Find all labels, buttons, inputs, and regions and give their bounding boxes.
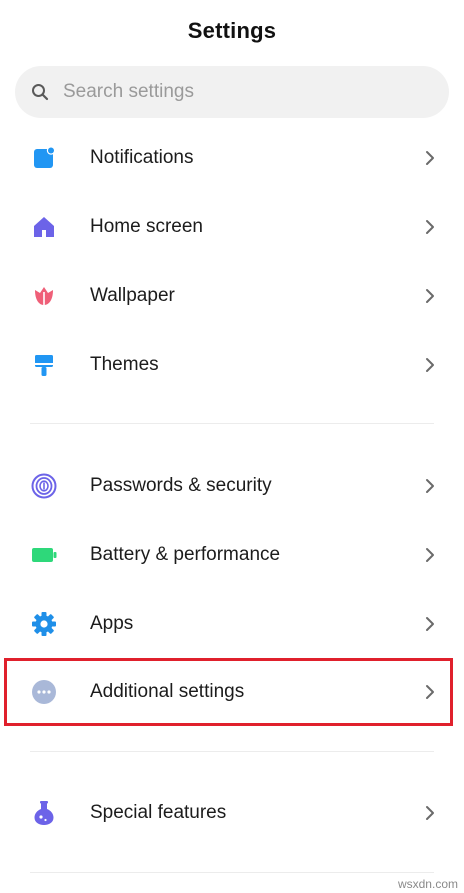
page-title: Settings (187, 18, 277, 43)
chevron-right-icon (424, 478, 436, 494)
search-bar[interactable] (15, 66, 449, 118)
notifications-icon (31, 145, 57, 171)
settings-item-home-screen[interactable]: Home screen (0, 196, 464, 258)
settings-item-label: Additional settings (90, 681, 245, 702)
gear-icon (31, 611, 57, 637)
chevron-right-icon (424, 357, 436, 373)
settings-item-passwords-security[interactable]: Passwords & security (0, 455, 464, 517)
home-icon (31, 214, 57, 240)
battery-icon (31, 542, 57, 568)
settings-item-battery-performance[interactable]: Battery & performance (0, 524, 464, 586)
settings-item-additional-settings[interactable]: Additional settings (0, 661, 464, 723)
section-divider (30, 423, 434, 424)
fingerprint-icon (31, 473, 57, 499)
chevron-right-icon (424, 616, 436, 632)
watermark-text: wsxdn.com (397, 877, 458, 891)
settings-item-special-features[interactable]: Special features (0, 782, 464, 844)
settings-item-apps[interactable]: Apps (0, 593, 464, 655)
tulip-icon (31, 283, 57, 309)
chevron-right-icon (424, 547, 436, 563)
chevron-right-icon (424, 219, 436, 235)
settings-item-label: Apps (90, 613, 134, 634)
section-divider (30, 872, 434, 873)
settings-item-label: Wallpaper (90, 285, 175, 306)
settings-item-notifications[interactable]: Notifications (0, 127, 464, 189)
settings-item-label: Battery & performance (90, 544, 281, 565)
chevron-right-icon (424, 684, 436, 700)
settings-item-label: Home screen (90, 216, 203, 237)
chevron-right-icon (424, 288, 436, 304)
paint-brush-icon (31, 352, 57, 378)
settings-item-themes[interactable]: Themes (0, 334, 464, 396)
chevron-right-icon (424, 805, 436, 821)
search-icon (31, 83, 49, 101)
settings-item-label: Passwords & security (90, 475, 272, 496)
chevron-right-icon (424, 150, 436, 166)
search-input[interactable] (63, 81, 403, 103)
section-divider (30, 751, 434, 752)
flask-icon (31, 800, 57, 826)
settings-item-label: Notifications (90, 147, 194, 168)
settings-item-wallpaper[interactable]: Wallpaper (0, 265, 464, 327)
settings-item-label: Themes (90, 354, 159, 375)
more-dots-icon (31, 679, 57, 705)
settings-item-label: Special features (90, 802, 227, 823)
